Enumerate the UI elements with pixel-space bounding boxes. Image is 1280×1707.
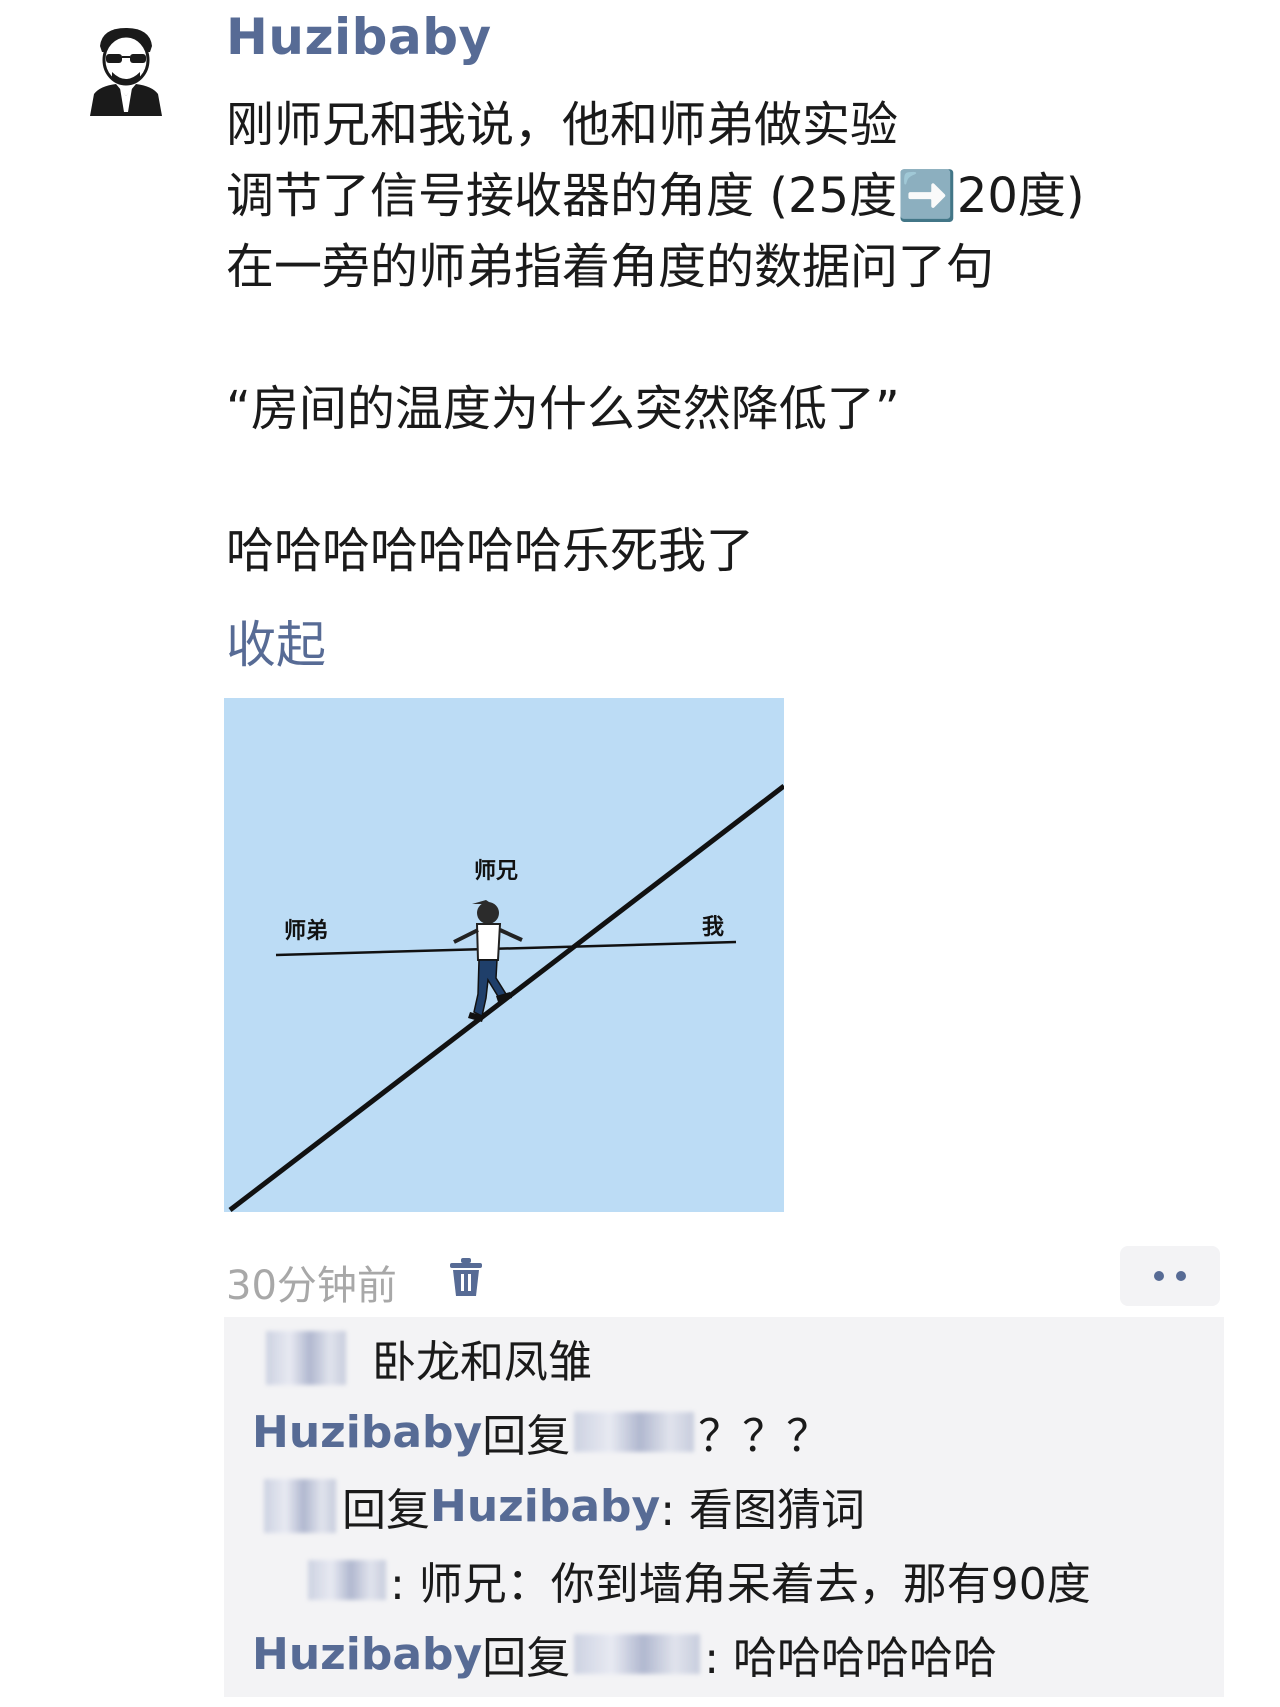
comment-row[interactable]: Huzibaby 回复 ？？？	[252, 1397, 1224, 1467]
comment-text: ？？？	[698, 1411, 831, 1462]
comment-text: : 看图猜词	[660, 1485, 866, 1536]
reply-word: 回复	[482, 1411, 571, 1462]
comment-row[interactable]: : 师兄：你到墙角呆着去，那有90度	[308, 1545, 1224, 1615]
more-actions-button[interactable]	[1120, 1246, 1220, 1306]
redacted-name	[308, 1560, 386, 1600]
reply-word: 回复	[342, 1485, 430, 1536]
reply-target[interactable]: Huzibaby	[430, 1481, 660, 1532]
post-text: 刚师兄和我说，他和师弟做实验 调节了信号接收器的角度 (25度➡️20度) 在一…	[226, 97, 1085, 579]
comment-row[interactable]: Huzibaby 回复 : 哈哈哈哈哈哈	[252, 1619, 1224, 1689]
like-row[interactable]: 卧龙和凤雏	[266, 1323, 1224, 1393]
collapse-link[interactable]: 收起	[226, 605, 326, 677]
tightrope-line	[275, 940, 737, 957]
like-text: 卧龙和凤雏	[372, 1337, 592, 1388]
post-time: 30分钟前	[226, 1263, 397, 1309]
redacted-name	[264, 1479, 336, 1533]
redacted-name	[574, 1634, 701, 1674]
post-image[interactable]: 师弟 师兄 我	[224, 698, 784, 1212]
comment-text: : 师兄：你到墙角呆着去，那有90度	[390, 1559, 1091, 1610]
label-me: 我	[702, 915, 724, 940]
reply-word: 回复	[482, 1633, 571, 1684]
comment-text: : 哈哈哈哈哈哈	[704, 1633, 998, 1684]
walking-figure-icon	[453, 900, 523, 1022]
label-junior: 师弟	[284, 918, 328, 944]
comments-panel: 卧龙和凤雏 Huzibaby 回复 ？？？ 回复 Huzibaby : 看图猜词…	[224, 1317, 1224, 1697]
trash-icon[interactable]	[448, 1256, 484, 1298]
comment-row[interactable]: 回复 Huzibaby : 看图猜词	[264, 1471, 1224, 1541]
redacted-name	[574, 1412, 695, 1452]
post-author-name[interactable]: Huzibaby	[226, 8, 492, 66]
label-senior: 师兄	[474, 858, 518, 884]
avatar	[266, 1331, 346, 1385]
avatar[interactable]	[86, 22, 166, 116]
comment-author[interactable]: Huzibaby	[252, 1629, 482, 1680]
comment-author[interactable]: Huzibaby	[252, 1407, 482, 1458]
ellipsis-icon	[1154, 1271, 1164, 1281]
